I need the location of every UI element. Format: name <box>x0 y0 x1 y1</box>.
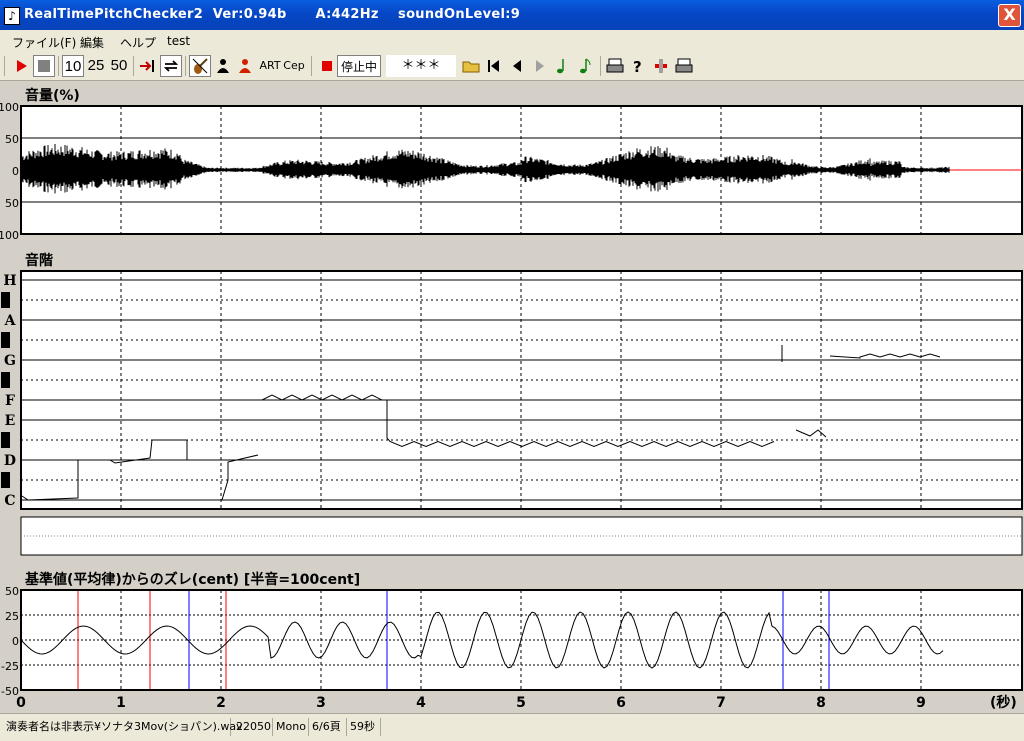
black-key <box>1 372 10 388</box>
app-icon[interactable]: ♪ <box>4 7 20 25</box>
marker-icon[interactable] <box>650 55 672 77</box>
time-tick-label: 4 <box>416 695 426 711</box>
status-duration: 59秒 <box>346 718 381 736</box>
prev-icon[interactable] <box>506 55 528 77</box>
speed-25-button[interactable]: 25 <box>85 55 107 77</box>
black-key <box>1 472 10 488</box>
volume-tick-label: 100 <box>0 101 19 114</box>
analysis-charts[interactable]: 10050050100 HAGFEDC 50250-25-50 01234567… <box>0 80 1024 713</box>
cent-tick-label: 0 <box>12 635 19 648</box>
record-icon[interactable] <box>316 55 338 77</box>
cent-tick-label: -25 <box>1 660 19 673</box>
status-sample-rate: 22050 <box>232 718 273 736</box>
note-label: D <box>4 453 16 469</box>
menu-edit[interactable]: 編集 <box>80 34 104 51</box>
speed-50-button[interactable]: 50 <box>108 55 130 77</box>
note-label: G <box>4 353 16 369</box>
note-label: E <box>5 413 16 429</box>
display-value: ＊＊＊ <box>386 55 456 77</box>
window-title: RealTimePitchChecker2 Ver:0.94b A:442Hz … <box>24 7 521 22</box>
volume-tick-label: 0 <box>12 165 19 178</box>
toolbar: 10 25 50 ART Cep 停止中 ＊＊＊ ? <box>0 52 1024 81</box>
violin-icon[interactable] <box>189 55 211 77</box>
status-channels: Mono <box>272 718 309 736</box>
time-tick-label: 6 <box>616 695 626 711</box>
person-icon[interactable] <box>212 55 234 77</box>
time-tick-label: 2 <box>216 695 226 711</box>
time-tick-label: 0 <box>16 695 26 711</box>
volume-tick-label: 50 <box>5 133 19 146</box>
person-red-icon[interactable] <box>234 55 256 77</box>
loop-icon[interactable] <box>160 55 182 77</box>
time-tick-label: 8 <box>816 695 826 711</box>
note-label: F <box>5 393 15 409</box>
cent-tick-label: 50 <box>5 585 19 598</box>
status-bar: 演奏者名は非表示¥ソナタ3Mov(ショパン).wav 22050 Mono 6/… <box>0 713 1024 741</box>
time-tick-label: 1 <box>116 695 126 711</box>
note-label: H <box>3 273 16 289</box>
status-page: 6/6頁 <box>308 718 347 736</box>
status-indicator: 停止中 <box>337 55 381 77</box>
print-icon[interactable] <box>604 55 626 77</box>
note-icon[interactable] <box>552 55 574 77</box>
menu-help[interactable]: ヘルプ <box>120 34 156 51</box>
art-button[interactable]: ART <box>258 55 282 77</box>
time-tick-label: 3 <box>316 695 326 711</box>
time-tick-label: 9 <box>916 695 926 711</box>
scale-plot-area[interactable] <box>20 270 1023 510</box>
time-tick-label: 7 <box>716 695 726 711</box>
note2-icon[interactable] <box>575 55 597 77</box>
status-filename: 演奏者名は非表示¥ソナタ3Mov(ショパン).wav <box>2 718 243 736</box>
menu-test[interactable]: test <box>167 34 190 48</box>
volume-tick-label: 100 <box>0 229 19 242</box>
jump-icon[interactable] <box>137 55 159 77</box>
cent-tick-label: 25 <box>5 610 19 623</box>
menu-file[interactable]: ファイル(F) <box>12 34 76 51</box>
folder-icon[interactable] <box>460 55 482 77</box>
print2-icon[interactable] <box>673 55 695 77</box>
note-label: C <box>4 493 15 509</box>
black-key <box>1 432 10 448</box>
black-key <box>1 292 10 308</box>
title-bar: ♪ RealTimePitchChecker2 Ver:0.94b A:442H… <box>0 0 1024 30</box>
help-icon[interactable]: ? <box>627 55 649 77</box>
black-key <box>1 332 10 348</box>
note-label: A <box>4 313 17 329</box>
cep-button[interactable]: Cep <box>282 55 306 77</box>
volume-tick-label: 50 <box>5 197 19 210</box>
time-axis-unit: (秒) <box>990 694 1017 711</box>
next-icon[interactable] <box>529 55 551 77</box>
svg-text:?: ? <box>633 58 642 76</box>
close-button[interactable]: X <box>998 4 1021 27</box>
stop-icon[interactable] <box>33 55 55 77</box>
first-icon[interactable] <box>483 55 505 77</box>
play-icon[interactable] <box>10 55 32 77</box>
toolbar-grip <box>4 56 5 76</box>
menu-bar: ファイル(F) 編集 ヘルプ test <box>0 30 1024 52</box>
time-tick-label: 5 <box>516 695 526 711</box>
speed-10-button[interactable]: 10 <box>62 55 84 77</box>
